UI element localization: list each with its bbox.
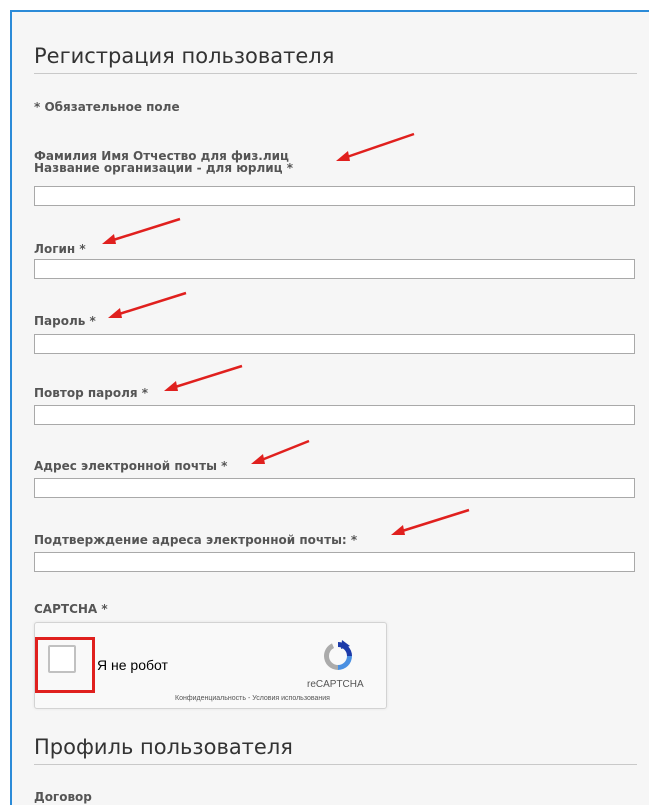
recaptcha-annotation-box bbox=[35, 637, 95, 693]
password-label: Пароль * bbox=[34, 315, 96, 327]
email-input[interactable] bbox=[34, 478, 635, 498]
registration-title: Регистрация пользователя bbox=[34, 44, 335, 68]
required-note: * Обязательное поле bbox=[34, 100, 180, 114]
recaptcha-logo-icon bbox=[324, 640, 352, 670]
recaptcha-widget: Я не робот reCAPTCHA Конфиденциальность … bbox=[34, 622, 387, 709]
annotation-arrow-password bbox=[108, 291, 187, 318]
captcha-label: CAPTCHA * bbox=[34, 602, 108, 616]
profile-title-divider bbox=[34, 764, 637, 765]
registration-title-divider bbox=[34, 73, 637, 74]
annotation-arrow-email bbox=[251, 439, 310, 464]
recaptcha-links: Конфиденциальность - Условия использован… bbox=[175, 695, 330, 702]
annotation-arrow-email-confirm bbox=[391, 508, 470, 535]
fullname-label-line2: Название организации - для юрлиц * bbox=[34, 161, 294, 175]
email-label: Адрес электронной почты * bbox=[34, 460, 227, 472]
contract-label: Договор bbox=[34, 790, 92, 804]
fullname-label: Фамилия Имя Отчество для физ.лиц Названи… bbox=[34, 150, 293, 174]
login-label: Логин * bbox=[34, 243, 86, 255]
password-repeat-label: Повтор пароля * bbox=[34, 387, 148, 399]
password-label-text: Пароль * bbox=[34, 314, 96, 328]
email-label-text: Адрес электронной почты * bbox=[34, 459, 228, 473]
recaptcha-terms-link[interactable]: Условия использования bbox=[252, 695, 330, 702]
email-confirm-input[interactable] bbox=[34, 552, 635, 572]
recaptcha-brand: reCAPTCHA bbox=[307, 679, 364, 690]
fullname-input[interactable] bbox=[34, 186, 635, 206]
password-repeat-input[interactable] bbox=[34, 405, 635, 425]
email-confirm-label: Подтверждение адреса электронной почты: … bbox=[34, 534, 357, 546]
login-input[interactable] bbox=[34, 259, 635, 279]
password-input[interactable] bbox=[34, 334, 635, 354]
profile-title: Профиль пользователя bbox=[34, 735, 293, 759]
recaptcha-privacy-link[interactable]: Конфиденциальность bbox=[175, 695, 246, 702]
email-confirm-label-text: Подтверждение адреса электронной почты: … bbox=[34, 533, 358, 547]
annotation-arrow-fullname bbox=[336, 132, 415, 161]
login-label-text: Логин * bbox=[34, 242, 86, 256]
registration-panel: Регистрация пользователя * Обязательное … bbox=[10, 10, 649, 805]
annotation-arrow-login bbox=[102, 217, 181, 244]
annotation-arrow-password-repeat bbox=[164, 364, 243, 391]
password-repeat-label-text: Повтор пароля * bbox=[34, 386, 149, 400]
recaptcha-checkbox-label: Я не робот bbox=[97, 657, 168, 673]
